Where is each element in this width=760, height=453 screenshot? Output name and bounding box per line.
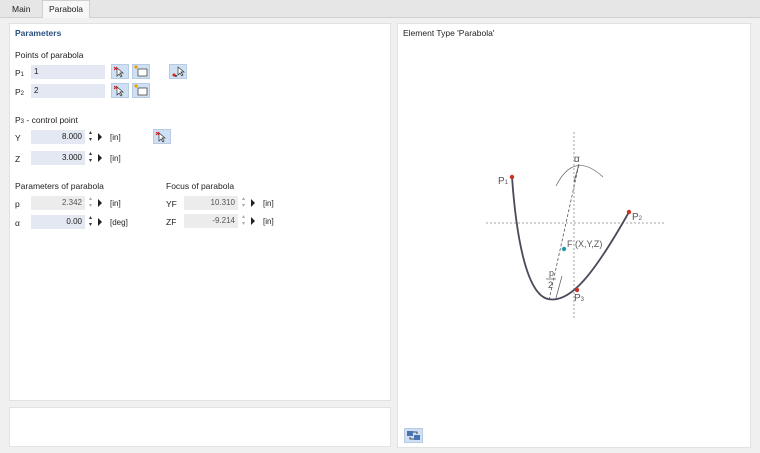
p2-diagram-label: P2 — [632, 212, 643, 223]
select-p3-button[interactable] — [153, 129, 171, 144]
y-unit: [in] — [110, 133, 121, 142]
select-p1-button[interactable] — [111, 64, 129, 79]
p-unit: [in] — [110, 199, 121, 208]
yf-spinner: ▴ ▾ — [242, 196, 262, 210]
tab-parabola[interactable]: Parabola — [42, 0, 91, 18]
zf-unit: [in] — [263, 217, 274, 226]
alpha-diagram-label: α — [574, 154, 580, 165]
select-p2-button[interactable] — [111, 83, 129, 98]
zf-input: -9.214 — [184, 214, 238, 228]
pick-icon — [172, 66, 185, 77]
y-label: Y — [15, 133, 21, 143]
alpha-arrow — [573, 163, 580, 183]
z-label: Z — [15, 154, 21, 164]
parabola-axis — [548, 163, 580, 301]
z-input[interactable]: 3.000 — [31, 151, 85, 165]
focus-diagram-label: F (X,Y,Z) — [567, 239, 603, 249]
points-section-title: Points of parabola — [15, 50, 84, 60]
p1-label: P1 — [15, 68, 25, 78]
yf-input: 10.310 — [184, 196, 238, 210]
p3-diagram-label: P3 — [574, 293, 585, 304]
p-half-dimension — [555, 275, 563, 299]
alpha-spinner[interactable]: ▴ ▾ — [89, 215, 109, 229]
p-input: 2.342 — [31, 196, 85, 210]
p2-input[interactable]: 2 — [31, 84, 105, 98]
parameters-title: Parameters — [15, 28, 62, 38]
focus-marker — [561, 246, 567, 252]
alpha-arc — [555, 165, 604, 187]
p-numerator-label: p — [549, 268, 555, 278]
comment-panel — [9, 407, 391, 447]
diagram-panel: Element Type 'Parabola' P1 P2 P3 F (X,Y,… — [397, 23, 751, 448]
zf-label: ZF — [166, 217, 177, 227]
z-spinner[interactable]: ▴ ▾ — [89, 151, 109, 165]
parameters-panel: Parameters Points of parabola P1 1 P2 2 … — [9, 23, 391, 401]
yf-unit: [in] — [263, 199, 274, 208]
pick-points-button[interactable] — [169, 64, 187, 79]
refresh-icon — [407, 431, 420, 440]
alpha-input[interactable]: 0.00 — [31, 215, 85, 229]
y-input[interactable]: 8.000 — [31, 130, 85, 144]
tab-bar: Main Parabola — [0, 0, 760, 18]
p-label: p — [15, 199, 20, 209]
new-point-icon — [134, 84, 148, 96]
new-p1-button[interactable] — [132, 64, 150, 79]
select-point-icon — [113, 85, 124, 97]
p2-label: P2 — [15, 87, 25, 97]
p-spinner: ▴ ▾ — [89, 196, 109, 210]
p3-section-title: P3 - control point — [15, 115, 78, 125]
p1-diagram-label: P1 — [498, 176, 509, 187]
point-p3-marker — [574, 287, 580, 293]
tab-main[interactable]: Main — [6, 1, 36, 17]
yf-label: YF — [166, 199, 177, 209]
p1-input[interactable]: 1 — [31, 65, 105, 79]
select-point-icon — [155, 131, 166, 143]
new-p2-button[interactable] — [132, 83, 150, 98]
alpha-label: α — [15, 218, 20, 228]
point-p1-marker — [509, 174, 515, 180]
z-unit: [in] — [110, 154, 121, 163]
y-spinner[interactable]: ▴ ▾ — [89, 130, 109, 144]
select-point-icon — [113, 66, 124, 78]
p-denominator-label: 2 — [548, 280, 554, 290]
parabola-params-title: Parameters of parabola — [15, 181, 104, 191]
point-p2-marker — [626, 209, 632, 215]
zf-spinner: ▴ ▾ — [242, 214, 262, 228]
parabola-diagram — [486, 132, 664, 319]
new-point-icon — [134, 65, 148, 77]
refresh-diagram-button[interactable] — [404, 428, 423, 443]
focus-title: Focus of parabola — [166, 181, 235, 191]
alpha-unit: [deg] — [110, 218, 128, 227]
